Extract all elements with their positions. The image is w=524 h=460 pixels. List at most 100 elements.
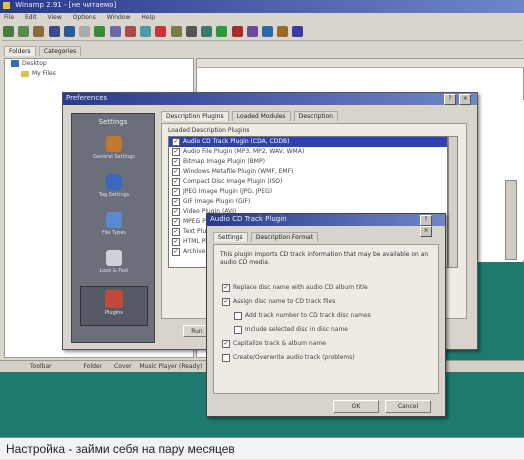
plugin-enabled-checkbox[interactable]: ✓ xyxy=(172,227,180,236)
left-pane-tabs: Folders Categories xyxy=(4,46,164,58)
help-icon[interactable]: ? xyxy=(444,94,456,105)
plugin-list-item-label: Windows Metafile Plugin (WMF, EMF) xyxy=(183,168,294,175)
sidebar-item-plugins[interactable]: Plugins xyxy=(80,286,148,326)
menu-item-file[interactable]: File xyxy=(4,14,14,21)
tab-loaded-modules[interactable]: Loaded Modules xyxy=(231,111,291,121)
tab-folders[interactable]: Folders xyxy=(4,46,36,56)
image-caption: Настройка - займи себя на пару месяцев xyxy=(0,437,524,459)
cut-icon[interactable] xyxy=(124,26,136,37)
plugin-list-item[interactable]: ✓ Windows Metafile Plugin (WMF, EMF) xyxy=(169,167,447,177)
plugin-option[interactable]: Add track number to CD track disc names xyxy=(222,309,434,323)
main-window-titlebar[interactable]: Winamp 2.91 - [не читаемо] xyxy=(0,0,524,13)
settings-icon[interactable] xyxy=(246,26,258,37)
menu-item-edit[interactable]: Edit xyxy=(25,14,37,21)
copy-icon[interactable] xyxy=(109,26,121,37)
plugin-enabled-checkbox[interactable]: ✓ xyxy=(172,167,180,176)
plugin-list-item[interactable]: ✓ Audio CD Track Plugin (CDA, CDDB) xyxy=(169,137,447,147)
plugin-option[interactable]: ✓ Assign disc name to CD track files xyxy=(222,295,434,309)
plugin-enabled-checkbox[interactable]: ✓ xyxy=(172,237,180,246)
option-label: Assign disc name to CD track files xyxy=(233,298,336,305)
desktop-icon xyxy=(11,60,19,67)
menu-item-options[interactable]: Options xyxy=(73,14,96,21)
plugin-list-label: Loaded Description Plugins xyxy=(168,127,250,134)
plugin-dialog-window-buttons: ? × xyxy=(419,215,445,237)
delete-icon[interactable] xyxy=(155,26,167,37)
search-icon[interactable] xyxy=(63,26,75,37)
plugin-enabled-checkbox[interactable]: ✓ xyxy=(172,247,180,256)
stop-icon[interactable] xyxy=(231,26,243,37)
plugin-option[interactable]: Create/Overwrite audio track (problems) xyxy=(222,351,434,365)
sidebar-item-look[interactable]: Look & Feel xyxy=(82,250,146,284)
forward-icon[interactable] xyxy=(18,26,30,37)
properties-icon[interactable] xyxy=(170,26,182,37)
print-icon[interactable] xyxy=(185,26,197,37)
help-icon[interactable] xyxy=(292,26,304,37)
main-window-title: Winamp 2.91 - [не читаемо] xyxy=(15,1,117,9)
close-icon[interactable]: × xyxy=(459,94,472,105)
look-and-feel-icon xyxy=(106,250,122,266)
plugin-list-item-label: Bitmap Image Plugin (BMP) xyxy=(183,158,265,165)
help-icon[interactable]: ? xyxy=(420,215,432,226)
plugin-enabled-checkbox[interactable]: ✓ xyxy=(172,137,180,146)
back-icon[interactable] xyxy=(3,26,14,37)
option-checkbox[interactable] xyxy=(234,325,242,334)
music-icon[interactable] xyxy=(277,26,289,37)
ok-button[interactable]: OK xyxy=(333,400,379,413)
plugin-list-item-label: Audio CD Track Plugin (CDA, CDDB) xyxy=(183,138,290,145)
plugin-dialog-titlebar[interactable]: Audio CD Track Plugin xyxy=(207,214,445,226)
play-icon[interactable] xyxy=(216,26,228,37)
option-checkbox[interactable]: ✓ xyxy=(222,339,230,348)
home-icon[interactable] xyxy=(33,26,45,37)
general-settings-icon xyxy=(106,136,122,152)
tab-settings[interactable]: Settings xyxy=(213,232,248,242)
plugin-enabled-checkbox[interactable]: ✓ xyxy=(172,147,180,156)
plugin-list-item[interactable]: ✓ Audio File Plugin (MP3, MP2, WAV, WMA) xyxy=(169,147,447,157)
refresh-icon[interactable] xyxy=(94,26,106,37)
tree-item-my-files[interactable]: My Files xyxy=(5,69,193,79)
menu-item-help[interactable]: Help xyxy=(141,14,155,21)
file-list-header xyxy=(197,59,524,68)
tree-item-desktop[interactable]: Desktop xyxy=(5,59,193,69)
info-icon[interactable] xyxy=(261,26,273,37)
plugin-enabled-checkbox[interactable]: ✓ xyxy=(172,187,180,196)
plugin-option[interactable]: ✓ Replace disc name with audio CD album t… xyxy=(222,281,434,295)
plugin-enabled-checkbox[interactable]: ✓ xyxy=(172,157,180,166)
plugin-options: ✓ Replace disc name with audio CD album t… xyxy=(222,281,434,381)
menu-item-view[interactable]: View xyxy=(48,14,62,21)
cancel-button[interactable]: Cancel xyxy=(385,400,431,413)
plugin-list-item[interactable]: ✓ JPEG Image Plugin (JPG, JPEG) xyxy=(169,187,447,197)
plugin-option[interactable]: ✓ Capitalize track & album name xyxy=(222,337,434,351)
sidebar-item-tags[interactable]: Tag Settings xyxy=(82,174,146,208)
plugin-list-item[interactable]: ✓ Bitmap Image Plugin (BMP) xyxy=(169,157,447,167)
tag-icon[interactable] xyxy=(201,26,213,37)
tab-description-plugins[interactable]: Description Plugins xyxy=(161,111,229,121)
plugin-enabled-checkbox[interactable]: ✓ xyxy=(172,197,180,206)
plugin-list-scrollbar[interactable] xyxy=(448,136,458,268)
paste-icon[interactable] xyxy=(140,26,152,37)
tab-categories[interactable]: Categories xyxy=(38,46,82,56)
tab-description[interactable]: Description xyxy=(293,111,338,121)
option-checkbox[interactable] xyxy=(234,311,242,320)
vertical-scrollbar[interactable] xyxy=(505,180,517,260)
plugin-list-item[interactable]: ✓ GIF Image Plugin (GIF) xyxy=(169,197,447,207)
sidebar-item-general[interactable]: General Settings xyxy=(82,136,146,170)
option-checkbox[interactable]: ✓ xyxy=(222,283,230,292)
option-checkbox[interactable]: ✓ xyxy=(222,297,230,306)
zoom-icon[interactable] xyxy=(79,26,91,37)
plugin-enabled-checkbox[interactable]: ✓ xyxy=(172,217,180,226)
toolbar xyxy=(2,25,522,41)
sidebar-item-file-types[interactable]: File Types xyxy=(82,212,146,246)
plugin-enabled-checkbox[interactable]: ✓ xyxy=(172,177,180,186)
tag-settings-icon xyxy=(106,174,122,190)
option-label: Add track number to CD track disc names xyxy=(245,312,371,319)
plugin-list-item[interactable]: ✓ Compact Disc Image Plugin (ISO) xyxy=(169,177,447,187)
option-checkbox[interactable] xyxy=(222,353,230,362)
menu-item-window[interactable]: Window xyxy=(107,14,131,21)
preferences-titlebar[interactable]: Preferences xyxy=(63,93,477,105)
plugin-option[interactable]: Include selected disc in disc name xyxy=(222,323,434,337)
tab-description-format[interactable]: Description Format xyxy=(250,232,319,242)
preferences-window-buttons: ? × xyxy=(443,94,477,105)
save-icon[interactable] xyxy=(48,26,60,37)
plugin-enabled-checkbox[interactable]: ✓ xyxy=(172,207,180,216)
plugins-icon xyxy=(105,290,123,308)
